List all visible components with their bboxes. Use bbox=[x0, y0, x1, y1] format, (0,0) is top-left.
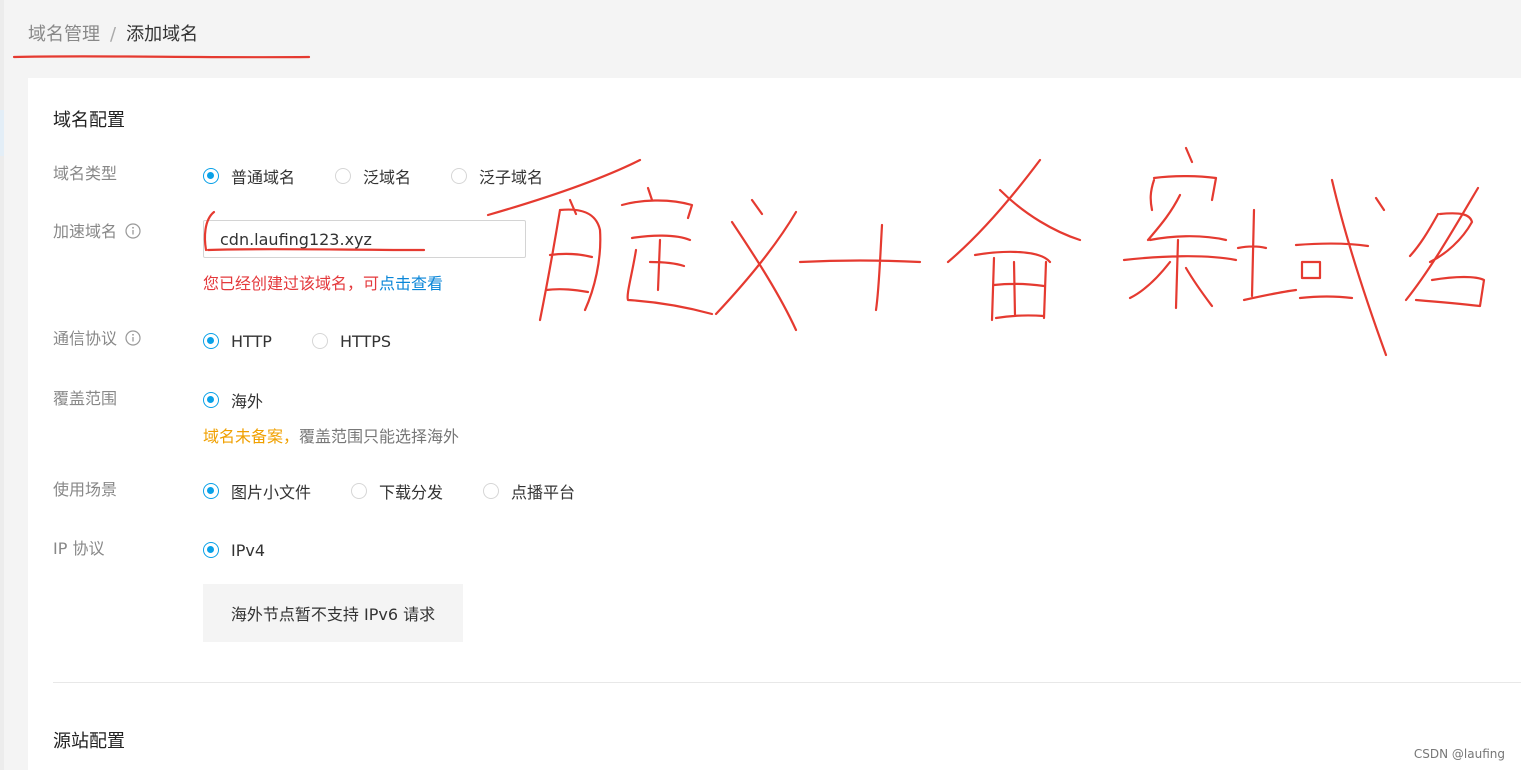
domain-type-label: 域名类型 bbox=[53, 164, 118, 183]
coverage-note: 域名未备案，覆盖范围只能选择海外 bbox=[203, 423, 459, 447]
left-sidebar-edge bbox=[0, 0, 4, 770]
breadcrumb-separator: / bbox=[110, 24, 117, 45]
radio-vod-label: 点播平台 bbox=[511, 483, 576, 502]
radio-overseas-label: 海外 bbox=[231, 392, 264, 411]
info-icon[interactable] bbox=[125, 330, 141, 346]
accel-domain-label-row: 加速域名 bbox=[53, 221, 141, 243]
ipv6-notice: 海外节点暂不支持 IPv6 请求 bbox=[203, 584, 463, 642]
domain-exists-error: 您已经创建过该域名，可点击查看 bbox=[203, 270, 443, 294]
protocol-radio-group: HTTP HTTPS bbox=[203, 330, 431, 352]
radio-wildcard-subdomain-dot bbox=[451, 168, 468, 184]
radio-http-label: HTTP bbox=[231, 331, 272, 351]
ip-protocol-radio-group: IPv4 bbox=[203, 539, 305, 561]
coverage-label: 覆盖范围 bbox=[53, 389, 118, 408]
radio-vod-dot bbox=[483, 483, 500, 499]
origin-config-title: 源站配置 bbox=[53, 731, 125, 752]
radio-download-dot bbox=[351, 483, 368, 499]
radio-normal-domain-label: 普通域名 bbox=[231, 168, 296, 187]
radio-download[interactable]: 下载分发 bbox=[351, 479, 443, 503]
radio-https[interactable]: HTTPS bbox=[311, 331, 392, 351]
ipv6-notice-text: 海外节点暂不支持 IPv6 请求 bbox=[230, 605, 436, 624]
radio-wildcard-domain-dot bbox=[335, 168, 352, 184]
radio-normal-domain[interactable]: 普通域名 bbox=[203, 164, 295, 188]
radio-http[interactable]: HTTP bbox=[203, 332, 272, 351]
breadcrumb-domain-management[interactable]: 域名管理 bbox=[28, 24, 100, 45]
domain-type-radio-group: 普通域名 泛域名 泛子域名 bbox=[203, 165, 583, 187]
domain-config-title: 域名配置 bbox=[53, 110, 125, 131]
coverage-note-text: 覆盖范围只能选择海外 bbox=[299, 427, 460, 446]
add-domain-form-card: 域名配置 域名类型 普通域名 泛域名 泛子域名 加速域名 您已经创建过该域名，可… bbox=[28, 78, 1521, 770]
scenario-label: 使用场景 bbox=[53, 480, 118, 499]
section-divider bbox=[53, 682, 1521, 683]
breadcrumb-underline bbox=[12, 55, 311, 59]
coverage-note-warning: 域名未备案， bbox=[203, 427, 300, 446]
view-domain-link[interactable]: 点击查看 bbox=[379, 274, 443, 293]
radio-https-label: HTTPS bbox=[339, 331, 392, 351]
breadcrumb-add-domain: 添加域名 bbox=[126, 24, 199, 45]
radio-wildcard-domain[interactable]: 泛域名 bbox=[335, 164, 411, 188]
radio-vod[interactable]: 点播平台 bbox=[483, 479, 575, 503]
radio-overseas[interactable]: 海外 bbox=[203, 388, 263, 412]
csdn-watermark: CSDN @laufing bbox=[1413, 747, 1505, 761]
coverage-radio-group: 海外 bbox=[203, 389, 303, 411]
radio-ipv4[interactable]: IPv4 bbox=[203, 541, 265, 560]
radio-small-files-label: 图片小文件 bbox=[231, 483, 312, 502]
radio-ipv4-dot bbox=[203, 542, 219, 558]
accel-domain-label: 加速域名 bbox=[53, 222, 118, 241]
domain-exists-error-text: 您已经创建过该域名，可 bbox=[203, 274, 380, 293]
sidebar-active-marker bbox=[0, 110, 4, 156]
radio-small-files[interactable]: 图片小文件 bbox=[203, 479, 311, 503]
radio-wildcard-domain-label: 泛域名 bbox=[363, 168, 412, 187]
info-icon[interactable] bbox=[125, 223, 141, 239]
ip-protocol-label: IP 协议 bbox=[53, 539, 105, 558]
radio-wildcard-subdomain-label: 泛子域名 bbox=[479, 168, 544, 187]
protocol-label: 通信协议 bbox=[53, 329, 118, 348]
radio-http-dot bbox=[203, 333, 219, 349]
breadcrumb: 域名管理 / 添加域名 bbox=[28, 22, 198, 48]
radio-overseas-dot bbox=[203, 392, 219, 408]
radio-small-files-dot bbox=[203, 483, 219, 499]
scenario-radio-group: 图片小文件 下载分发 点播平台 bbox=[203, 480, 615, 502]
protocol-label-row: 通信协议 bbox=[53, 328, 141, 350]
radio-download-label: 下载分发 bbox=[379, 483, 444, 502]
radio-ipv4-label: IPv4 bbox=[231, 540, 266, 560]
radio-normal-domain-dot bbox=[203, 168, 219, 184]
accel-domain-input[interactable] bbox=[203, 220, 526, 258]
radio-https-dot bbox=[311, 333, 328, 349]
radio-wildcard-subdomain[interactable]: 泛子域名 bbox=[451, 164, 543, 188]
